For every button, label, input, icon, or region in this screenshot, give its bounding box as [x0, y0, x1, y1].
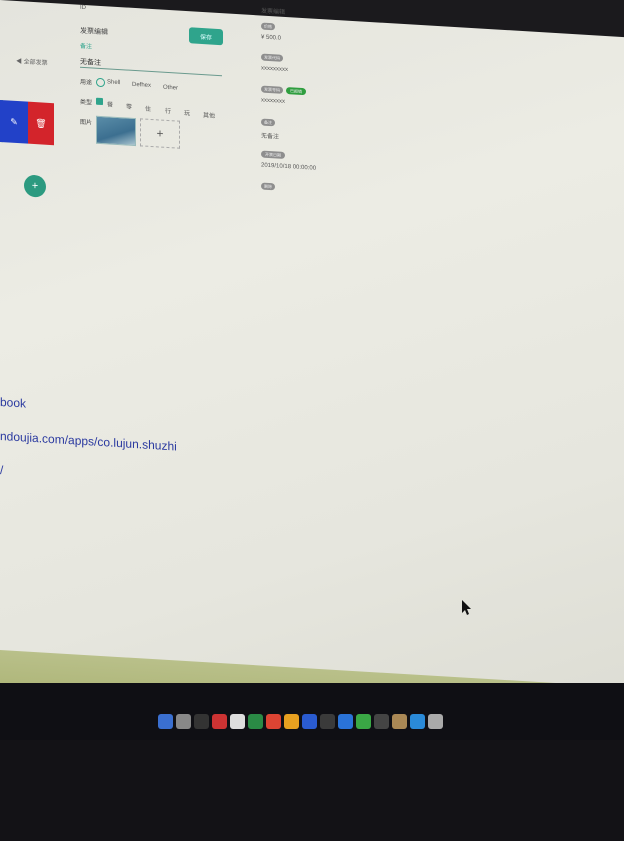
top-label: ID — [80, 4, 86, 12]
pencil-icon: ✎ — [10, 116, 18, 127]
type-option-4[interactable]: 行 — [165, 106, 171, 115]
dock-app-icon[interactable] — [320, 713, 335, 729]
type-check-selected[interactable] — [96, 97, 103, 106]
price-tag: 价格 — [261, 22, 275, 31]
dock-app-icon[interactable] — [338, 713, 353, 729]
image-label: 图片 — [80, 119, 93, 127]
dock-app-icon[interactable] — [392, 713, 407, 729]
monitor-screen: ID 发票编辑 保存 备注 无备注 用途 Shell Defhex Other … — [0, 0, 624, 738]
dock-app-icon[interactable] — [230, 713, 245, 729]
form-hint: 备注 — [80, 43, 93, 51]
link-1[interactable]: book — [0, 395, 26, 411]
remark-tag: 备注 — [261, 118, 275, 127]
delete-tag[interactable]: 删除 — [261, 182, 275, 191]
invoice-image-thumbnail[interactable] — [96, 115, 136, 147]
save-button[interactable]: 保存 — [189, 27, 223, 46]
back-link[interactable]: ◀ 全部发票 — [16, 56, 48, 67]
detail-header: 发票编辑 — [261, 8, 286, 16]
monitor-bezel — [0, 740, 624, 841]
date-tag: 开票日期 — [261, 150, 285, 159]
remark-value: 无备注 — [261, 133, 280, 141]
trash-icon: 🗑 — [35, 117, 47, 129]
type-option-6[interactable]: 其他 — [203, 110, 215, 120]
dock-app-icon[interactable] — [194, 713, 209, 729]
add-image-button[interactable]: + — [140, 118, 180, 149]
dock-app-icon[interactable] — [284, 713, 299, 729]
delete-button[interactable]: 🗑 — [28, 101, 54, 146]
type-option-3[interactable]: 住 — [145, 104, 151, 113]
number-tag: 发票号码 — [261, 85, 283, 94]
dock-app-icon[interactable] — [302, 713, 317, 729]
dock-app-icon[interactable] — [410, 713, 425, 729]
remark-input[interactable]: 无备注 — [80, 56, 222, 77]
link-2[interactable]: ndoujia.com/apps/co.lujun.shuzhi — [0, 429, 177, 454]
mouse-pointer-icon — [462, 600, 472, 621]
purpose-label: 用途 — [80, 79, 93, 87]
purpose-radio-selected[interactable] — [96, 77, 105, 88]
link-3[interactable]: / — [0, 463, 3, 477]
form-title: 发票编辑 — [80, 27, 108, 37]
dock-app-icon[interactable] — [176, 713, 191, 729]
type-option-1[interactable]: 餐 — [107, 99, 113, 108]
code-value: xxxxxxxxx — [261, 65, 288, 74]
edit-button[interactable]: ✎ — [0, 100, 28, 144]
type-label: 类型 — [80, 99, 93, 107]
number-value: xxxxxxxx — [261, 97, 285, 105]
dock-app-icon[interactable] — [428, 713, 443, 729]
dock-app-icon[interactable] — [248, 713, 263, 729]
dock-app-icon[interactable] — [374, 713, 389, 729]
code-tag: 发票代码 — [261, 53, 283, 62]
dock-app-icon[interactable] — [356, 713, 371, 729]
dock — [152, 700, 530, 742]
type-option-5[interactable]: 玩 — [184, 108, 190, 117]
reimbursed-badge: 已报销 — [286, 86, 306, 96]
purpose-option-3[interactable]: Other — [163, 85, 178, 92]
dock-app-icon[interactable] — [158, 713, 173, 729]
dock-app-icon[interactable] — [212, 713, 227, 729]
add-fab-button[interactable]: + — [24, 174, 46, 198]
dock-app-icon[interactable] — [266, 713, 281, 729]
price-value: ¥ 500.0 — [261, 34, 282, 42]
type-option-2[interactable]: 零 — [126, 101, 132, 110]
purpose-option-2[interactable]: Defhex — [132, 82, 151, 89]
purpose-option-1[interactable]: Shell — [107, 79, 120, 86]
date-value: 2019/10/18 00:00:00 — [261, 162, 317, 172]
